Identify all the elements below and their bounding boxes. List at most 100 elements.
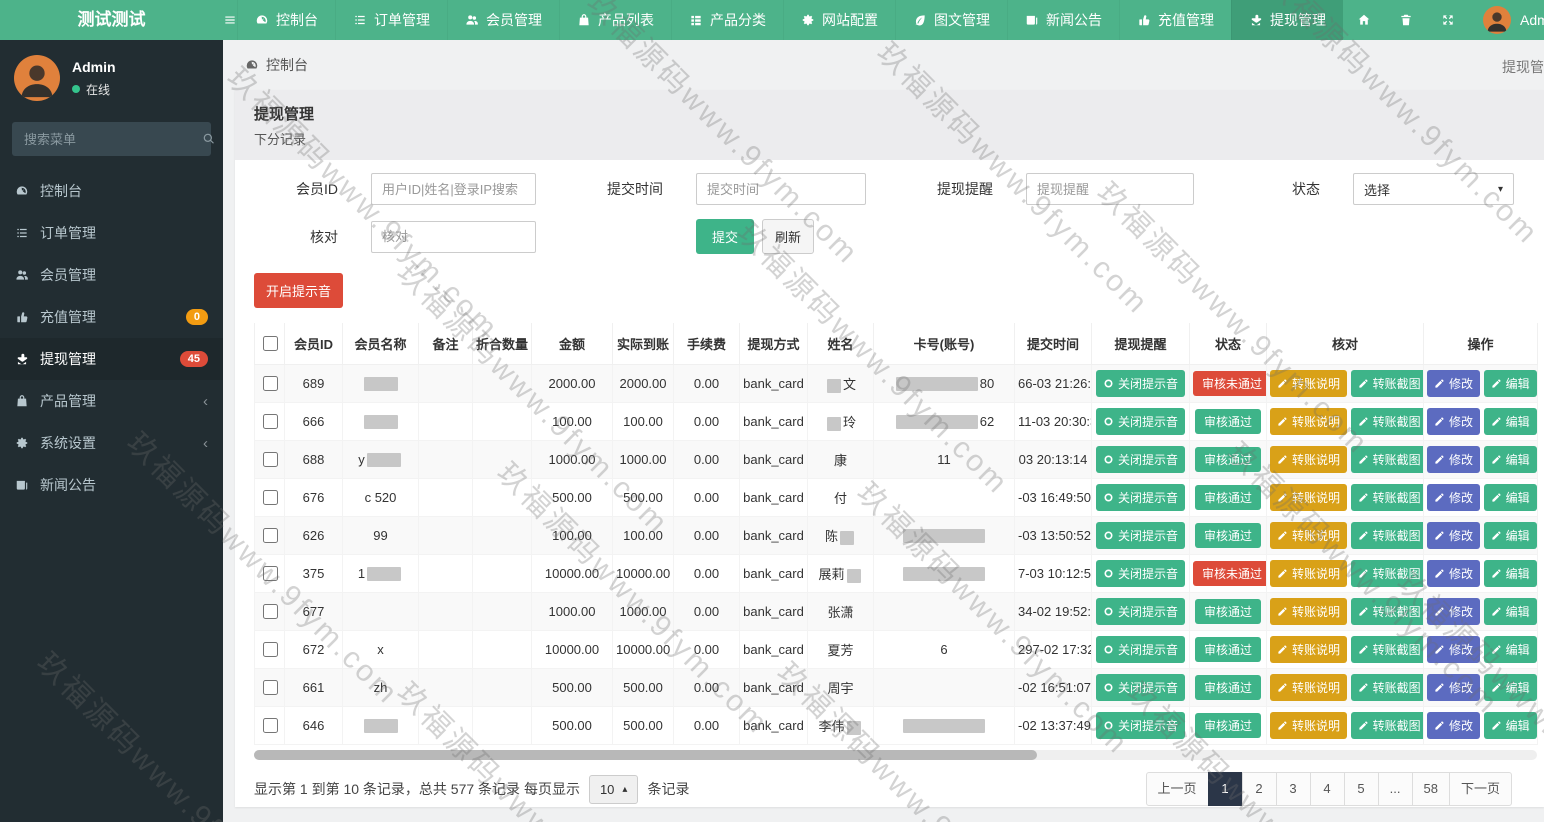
close-sound-button[interactable]: 关闭提示音 <box>1095 598 1185 625</box>
trash-button[interactable] <box>1385 0 1427 40</box>
nav-item-withdraw[interactable]: 提现管理 <box>1231 0 1343 40</box>
row-checkbox[interactable] <box>262 376 278 391</box>
column-header[interactable]: 操作 <box>1423 323 1538 365</box>
search-icon[interactable] <box>202 132 216 146</box>
row-checkbox[interactable] <box>262 414 278 429</box>
submit-time-input[interactable] <box>696 173 866 205</box>
close-sound-button[interactable]: 关闭提示音 <box>1095 674 1185 701</box>
row-checkbox[interactable] <box>262 680 278 695</box>
transfer-note-button[interactable]: 转账说明 <box>1270 598 1348 625</box>
column-header[interactable]: 提交时间 <box>1014 323 1092 365</box>
column-header[interactable]: 备注 <box>418 323 473 365</box>
modify-button[interactable]: 修改 <box>1427 408 1481 435</box>
enable-sound-button[interactable]: 开启提示音 <box>254 273 344 308</box>
member-id-input[interactable] <box>371 173 536 205</box>
transfer-note-button[interactable]: 转账说明 <box>1270 522 1348 549</box>
sidebar-item-bag[interactable]: 产品管理 ‹ <box>0 380 223 422</box>
transfer-screenshot-button[interactable]: 转账截图 <box>1350 446 1423 473</box>
transfer-note-button[interactable]: 转账说明 <box>1270 484 1348 511</box>
close-sound-button[interactable]: 关闭提示音 <box>1095 370 1185 397</box>
column-header[interactable]: 会员名称 <box>342 323 419 365</box>
nav-item-news[interactable]: 新闻公告 <box>1007 0 1119 40</box>
close-sound-button[interactable]: 关闭提示音 <box>1095 446 1185 473</box>
nav-item-gear[interactable]: 网站配置 <box>783 0 895 40</box>
column-header[interactable]: 会员ID <box>284 323 343 365</box>
edit-button[interactable]: 编辑 <box>1483 674 1537 701</box>
transfer-note-button[interactable]: 转账说明 <box>1270 370 1348 397</box>
close-sound-button[interactable]: 关闭提示音 <box>1095 560 1185 587</box>
row-checkbox[interactable] <box>262 452 278 467</box>
transfer-screenshot-button[interactable]: 转账截图 <box>1350 484 1423 511</box>
modify-button[interactable]: 修改 <box>1427 636 1481 663</box>
sidebar-toggle-button[interactable] <box>223 0 237 40</box>
sidebar-item-gear[interactable]: 系统设置 ‹ <box>0 422 223 464</box>
transfer-note-button[interactable]: 转账说明 <box>1270 408 1348 435</box>
refresh-button[interactable]: 刷新 <box>762 219 815 254</box>
transfer-note-button[interactable]: 转账说明 <box>1270 446 1348 473</box>
home-button[interactable] <box>1343 0 1385 40</box>
edit-button[interactable]: 编辑 <box>1483 446 1537 473</box>
modify-button[interactable]: 修改 <box>1427 370 1481 397</box>
column-header[interactable]: 姓名 <box>807 323 874 365</box>
page-button-3[interactable]: 3 <box>1275 772 1311 806</box>
transfer-screenshot-button[interactable]: 转账截图 <box>1350 598 1423 625</box>
modify-button[interactable]: 修改 <box>1427 560 1481 587</box>
edit-button[interactable]: 编辑 <box>1483 598 1537 625</box>
modify-button[interactable]: 修改 <box>1427 522 1481 549</box>
sidebar-item-withdraw[interactable]: 提现管理 45 <box>0 338 223 380</box>
edit-button[interactable]: 编辑 <box>1483 408 1537 435</box>
submit-button[interactable]: 提交 <box>696 219 755 254</box>
transfer-note-button[interactable]: 转账说明 <box>1270 636 1348 663</box>
page-button-4[interactable]: 4 <box>1309 772 1345 806</box>
page-size-select[interactable]: 10 ▴ <box>588 774 639 804</box>
transfer-note-button[interactable]: 转账说明 <box>1270 674 1348 701</box>
column-header[interactable]: 实际到账 <box>612 323 674 365</box>
edit-button[interactable]: 编辑 <box>1483 712 1537 739</box>
page-button-2[interactable]: 2 <box>1241 772 1277 806</box>
breadcrumb-home[interactable]: 控制台 <box>266 55 308 75</box>
transfer-screenshot-button[interactable]: 转账截图 <box>1350 522 1423 549</box>
modify-button[interactable]: 修改 <box>1427 484 1481 511</box>
nav-item-dashboard[interactable]: 控制台 <box>237 0 335 40</box>
sidebar-item-list[interactable]: 订单管理 <box>0 212 223 254</box>
close-sound-button[interactable]: 关闭提示音 <box>1095 636 1185 663</box>
transfer-screenshot-button[interactable]: 转账截图 <box>1350 560 1423 587</box>
modify-button[interactable]: 修改 <box>1427 598 1481 625</box>
sidebar-item-dashboard[interactable]: 控制台 <box>0 170 223 212</box>
transfer-screenshot-button[interactable]: 转账截图 <box>1350 674 1423 701</box>
column-header[interactable]: 状态 <box>1189 323 1267 365</box>
modify-button[interactable]: 修改 <box>1427 712 1481 739</box>
column-header[interactable]: 卡号(账号) <box>873 323 1015 365</box>
column-header[interactable]: 金额 <box>531 323 613 365</box>
sidebar-item-hand[interactable]: 充值管理 0 <box>0 296 223 338</box>
row-checkbox[interactable] <box>262 604 278 619</box>
edit-button[interactable]: 编辑 <box>1483 484 1537 511</box>
page-button-下一页[interactable]: 下一页 <box>1448 772 1512 806</box>
edit-button[interactable]: 编辑 <box>1483 522 1537 549</box>
edit-button[interactable]: 编辑 <box>1483 370 1537 397</box>
transfer-screenshot-button[interactable]: 转账截图 <box>1350 636 1423 663</box>
column-header[interactable]: 提现方式 <box>739 323 808 365</box>
transfer-note-button[interactable]: 转账说明 <box>1270 560 1348 587</box>
page-button-58[interactable]: 58 <box>1411 772 1450 806</box>
page-button-上一页[interactable]: 上一页 <box>1145 772 1209 806</box>
row-checkbox[interactable] <box>262 718 278 733</box>
edit-button[interactable]: 编辑 <box>1483 636 1537 663</box>
row-checkbox[interactable] <box>262 490 278 505</box>
transfer-screenshot-button[interactable]: 转账截图 <box>1350 408 1423 435</box>
nav-item-leaf[interactable]: 图文管理 <box>895 0 1007 40</box>
edit-button[interactable]: 编辑 <box>1483 560 1537 587</box>
nav-item-list[interactable]: 订单管理 <box>335 0 447 40</box>
check-input[interactable] <box>371 220 536 253</box>
column-header[interactable]: 折合数量 <box>472 323 532 365</box>
brand-logo[interactable]: 测试测试 <box>0 0 223 40</box>
user-menu[interactable]: Admin <box>1469 6 1544 34</box>
row-checkbox[interactable] <box>262 566 278 581</box>
select-all-checkbox[interactable] <box>262 336 278 351</box>
close-sound-button[interactable]: 关闭提示音 <box>1095 484 1185 511</box>
sidebar-item-news[interactable]: 新闻公告 <box>0 464 223 506</box>
row-checkbox[interactable] <box>262 642 278 657</box>
status-select[interactable]: 选择 ▾ <box>1353 173 1514 205</box>
nav-item-bag[interactable]: 产品列表 <box>559 0 671 40</box>
row-checkbox[interactable] <box>262 528 278 543</box>
